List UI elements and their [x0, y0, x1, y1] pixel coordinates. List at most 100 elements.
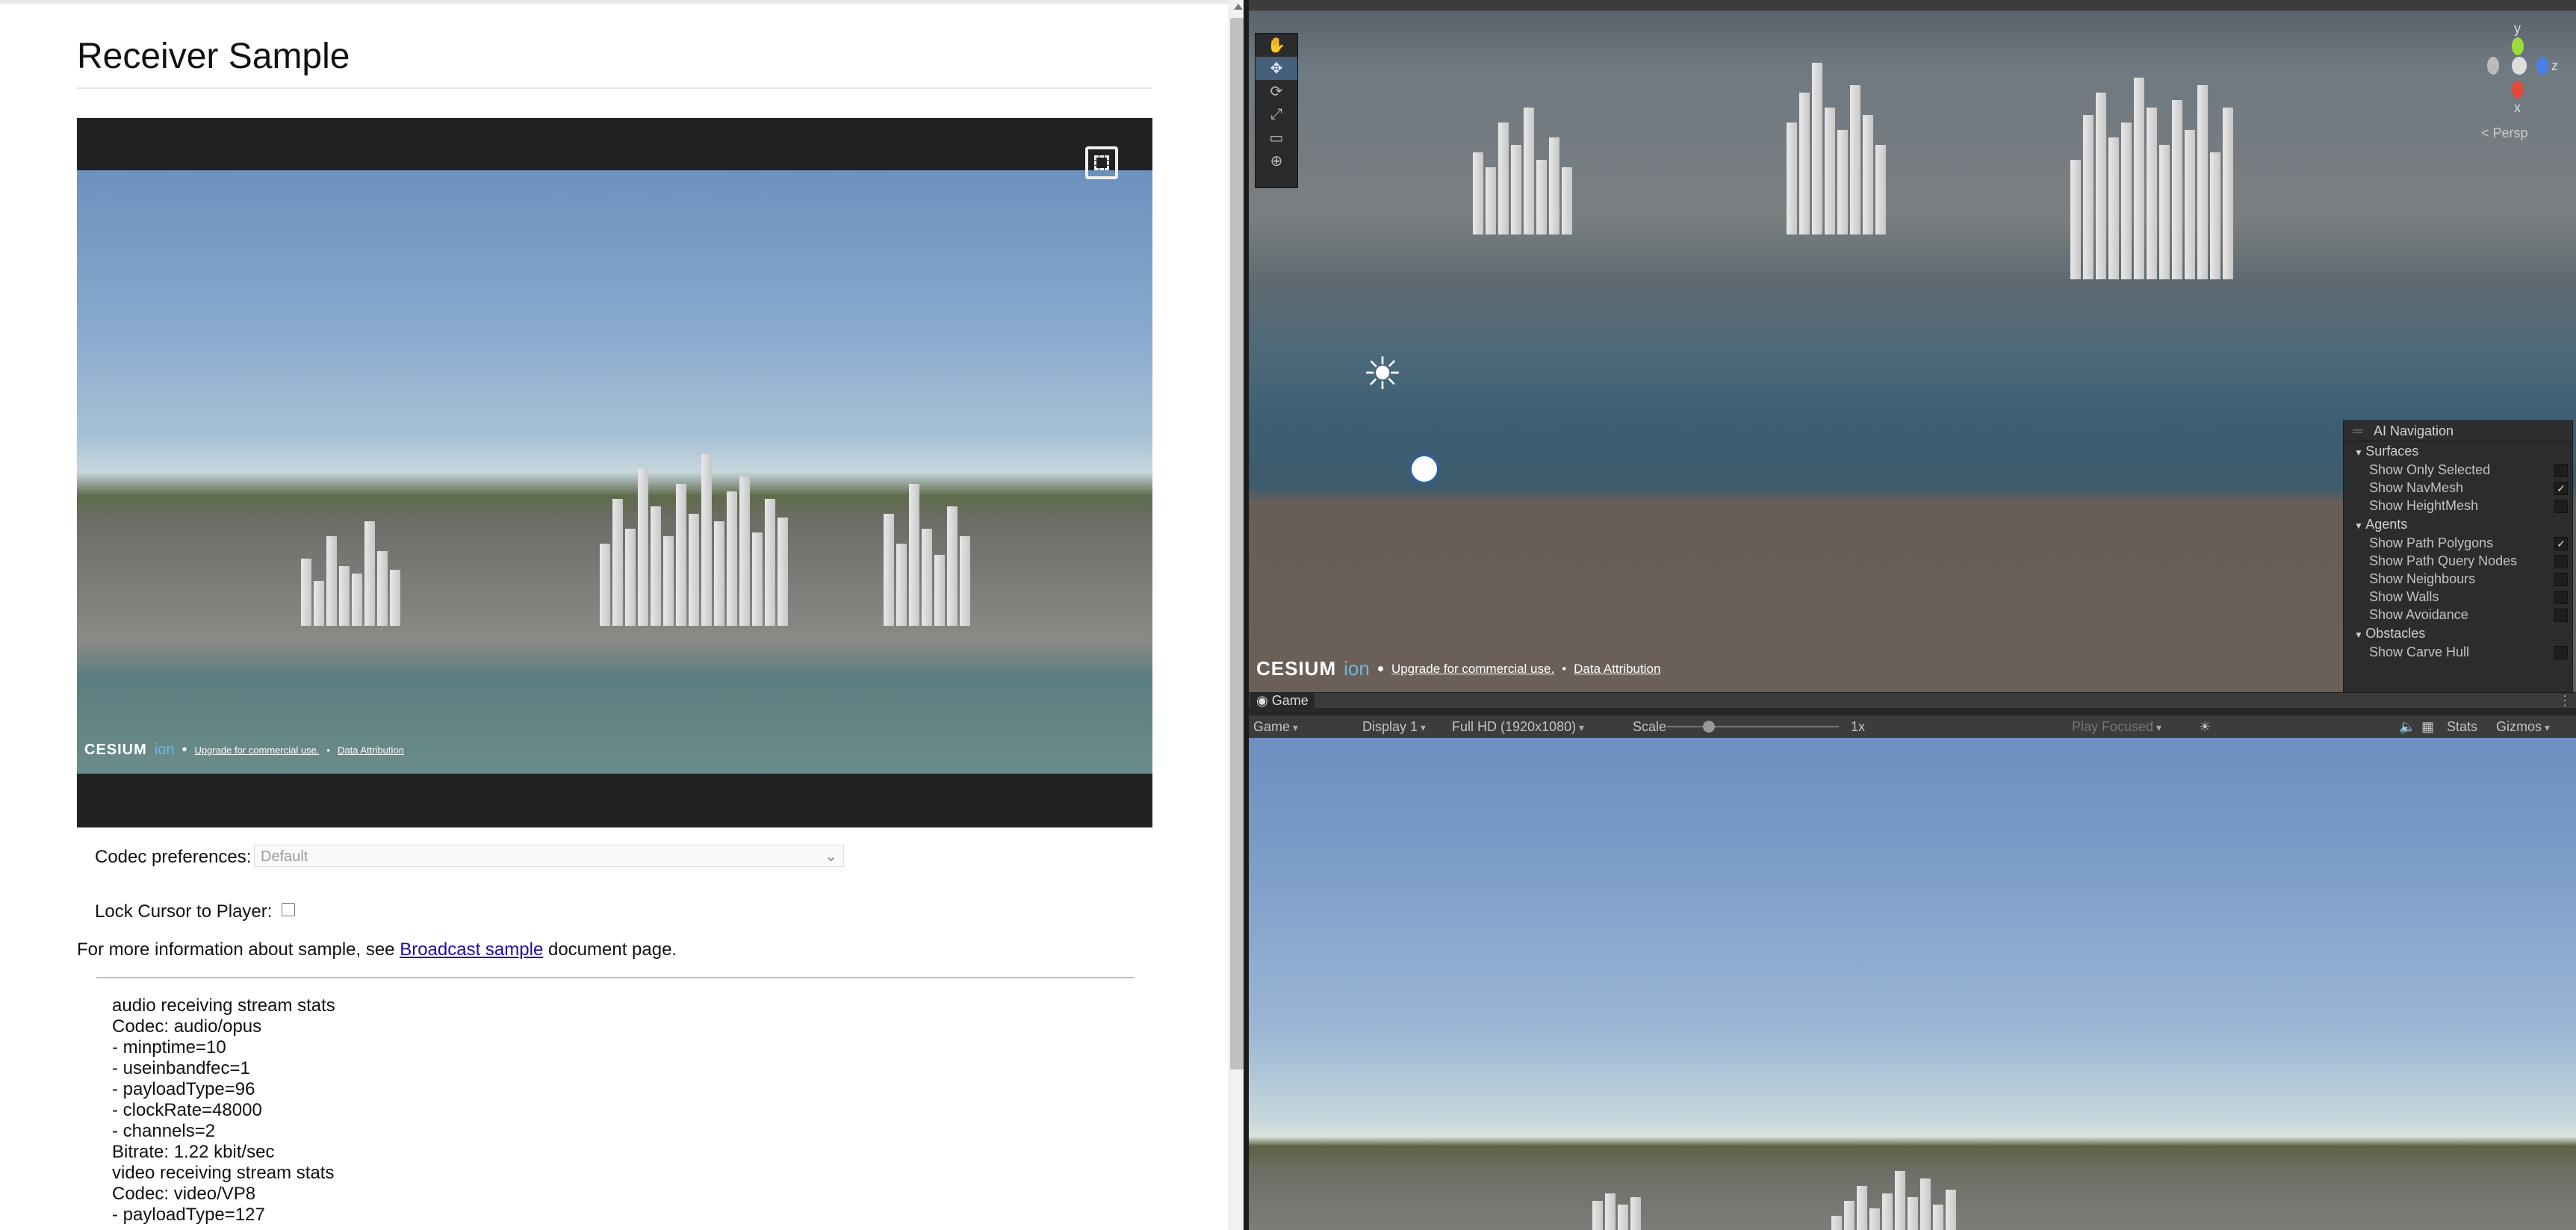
- option-label: Show NavMesh: [2369, 480, 2464, 495]
- section-agents[interactable]: Agents: [2344, 515, 2572, 534]
- scale-slider[interactable]: [1667, 726, 1839, 727]
- window-divider[interactable]: [1244, 0, 1249, 1230]
- scale-label: Scale: [1633, 719, 1667, 734]
- unity-editor: ✋ ✥ ⟳ ⤢ ▭ ⊕ y z x < Persp ☀ CESIUM ion •…: [1249, 0, 2576, 1230]
- upgrade-link[interactable]: Upgrade for commercial use.: [195, 745, 320, 756]
- checkbox[interactable]: [2554, 591, 2568, 604]
- stats-line: - payloadType=96: [112, 1079, 255, 1099]
- option-label: Show Path Query Nodes: [2369, 553, 2518, 568]
- checkbox[interactable]: [2554, 646, 2568, 659]
- data-attribution-link[interactable]: Data Attribution: [1574, 662, 1660, 677]
- gizmo-y-label: y: [2514, 21, 2521, 36]
- gizmo-neg-x-cone[interactable]: [2487, 57, 2499, 75]
- option-show-navmesh[interactable]: Show NavMesh ✓: [2344, 479, 2572, 497]
- option-label: Show Carve Hull: [2369, 644, 2470, 659]
- stats-divider: [96, 977, 1135, 978]
- gizmos-dropdown[interactable]: Gizmos: [2496, 715, 2550, 738]
- stats-button[interactable]: Stats: [2447, 715, 2477, 738]
- stats-line: audio receiving stream stats: [112, 996, 335, 1016]
- option-show-avoidance[interactable]: Show Avoidance: [2344, 606, 2572, 624]
- upgrade-link[interactable]: Upgrade for commercial use.: [1391, 662, 1554, 677]
- orientation-gizmo[interactable]: y z x: [2474, 21, 2563, 118]
- checkbox-checked[interactable]: ✓: [2554, 482, 2568, 495]
- hand-tool-icon[interactable]: ✋: [1256, 34, 1297, 57]
- scale-tool-icon[interactable]: ⤢: [1256, 103, 1297, 126]
- sun-icon[interactable]: ☀: [1362, 352, 1403, 397]
- checkbox[interactable]: [2554, 464, 2568, 477]
- checkbox[interactable]: [2554, 500, 2568, 513]
- cesium-ion-label: ion: [1344, 657, 1370, 680]
- video-stream[interactable]: CESIUM ion • Upgrade for commercial use.…: [77, 170, 1152, 774]
- play-focus-dropdown[interactable]: Play Focused: [2072, 715, 2161, 738]
- gizmo-x-cone[interactable]: [2512, 81, 2524, 99]
- keyboard-icon[interactable]: ▦: [2421, 715, 2434, 738]
- option-show-path-polygons[interactable]: Show Path Polygons ✓: [2344, 534, 2572, 552]
- perspective-toggle[interactable]: < Persp: [2481, 125, 2528, 141]
- audio-icon[interactable]: 🔈: [2399, 715, 2415, 738]
- checkbox[interactable]: [2554, 555, 2568, 568]
- checkbox[interactable]: [2554, 573, 2568, 586]
- title-divider: [77, 87, 1152, 89]
- broadcast-sample-link[interactable]: Broadcast sample: [400, 939, 543, 960]
- browser-top-border: [0, 0, 1232, 4]
- stats-line: Codec: audio/opus: [112, 1016, 262, 1037]
- fullscreen-icon[interactable]: [1085, 146, 1118, 179]
- option-show-path-query-nodes[interactable]: Show Path Query Nodes: [2344, 552, 2572, 570]
- option-label: Show Only Selected: [2369, 462, 2491, 477]
- resolution-dropdown[interactable]: Full HD (1920x1080): [1452, 715, 1584, 738]
- info-prefix: For more information about sample, see: [77, 939, 395, 960]
- cesium-ion-label: ion: [154, 742, 175, 758]
- scale-slider-handle[interactable]: [1703, 721, 1715, 733]
- stats-line: Bitrate: 1.22 kbit/sec: [112, 1142, 275, 1162]
- rect-tool-icon[interactable]: ▭: [1256, 126, 1297, 149]
- scroll-up-icon[interactable]: [1234, 4, 1243, 10]
- option-show-carve-hull[interactable]: Show Carve Hull: [2344, 643, 2572, 661]
- tab-menu-icon[interactable]: ⋮: [2558, 693, 2572, 708]
- move-tool-icon[interactable]: ✥: [1256, 57, 1297, 80]
- data-attribution-link[interactable]: Data Attribution: [338, 745, 404, 756]
- gizmo-center[interactable]: [2512, 57, 2527, 75]
- game-skyline: [1831, 1171, 1956, 1230]
- ai-navigation-title[interactable]: AI Navigation: [2344, 421, 2572, 441]
- option-show-walls[interactable]: Show Walls: [2344, 588, 2572, 606]
- option-show-only-selected[interactable]: Show Only Selected: [2344, 461, 2572, 479]
- section-surfaces[interactable]: Surfaces: [2344, 441, 2572, 461]
- section-obstacles[interactable]: Obstacles: [2344, 624, 2572, 643]
- checkbox[interactable]: [2554, 609, 2568, 622]
- scene-skyline-center: [1787, 63, 1886, 234]
- bullet: •: [1562, 661, 1567, 676]
- codec-selected-value: Default: [261, 848, 308, 865]
- unity-toolbar: [1249, 0, 2576, 10]
- game-toolbar: Game Display 1 Full HD (1920x1080) Scale…: [1249, 715, 2576, 738]
- scene-view[interactable]: ✋ ✥ ⟳ ⤢ ▭ ⊕ y z x < Persp ☀ CESIUM ion •…: [1249, 10, 2576, 692]
- gizmo-y-cone[interactable]: [2512, 37, 2524, 55]
- game-view[interactable]: [1249, 738, 2576, 1230]
- camera-icon[interactable]: [1409, 454, 1439, 484]
- scrollbar-thumb[interactable]: [1230, 18, 1245, 1069]
- video-player[interactable]: CESIUM ion • Upgrade for commercial use.…: [77, 118, 1152, 827]
- tab-game-label: Game: [1271, 693, 1309, 708]
- city-skyline: [301, 521, 400, 626]
- rotate-tool-icon[interactable]: ⟳: [1256, 80, 1297, 103]
- bug-icon[interactable]: ☀: [2199, 715, 2211, 738]
- game-tab-bar: ◉ Game ⋮: [1249, 692, 2576, 708]
- view-mode-dropdown[interactable]: Game: [1253, 715, 1298, 738]
- page-title: Receiver Sample: [77, 37, 350, 76]
- lock-cursor-checkbox[interactable]: [282, 903, 295, 916]
- city-skyline-right: [884, 484, 970, 626]
- stats-line: - useinbandfec=1: [112, 1058, 250, 1078]
- transform-tool-icon[interactable]: ⊕: [1256, 149, 1297, 173]
- option-show-neighbours[interactable]: Show Neighbours: [2344, 570, 2572, 588]
- checkbox-checked[interactable]: ✓: [2554, 537, 2568, 550]
- option-label: Show Avoidance: [2369, 607, 2468, 622]
- option-show-heightmesh[interactable]: Show HeightMesh: [2344, 497, 2572, 515]
- tab-game[interactable]: ◉ Game: [1250, 693, 1315, 708]
- display-dropdown[interactable]: Display 1: [1362, 715, 1426, 738]
- gizmo-z-cone[interactable]: [2536, 57, 2548, 75]
- stats-line: Codec: video/VP8: [112, 1184, 256, 1204]
- info-text: For more information about sample, see B…: [77, 939, 677, 960]
- codec-preferences-select[interactable]: Default ⌄: [254, 845, 844, 867]
- chevron-down-icon: ⌄: [825, 848, 837, 865]
- city-skyline-center: [600, 454, 788, 626]
- cesium-logo: CESIUM: [84, 742, 147, 758]
